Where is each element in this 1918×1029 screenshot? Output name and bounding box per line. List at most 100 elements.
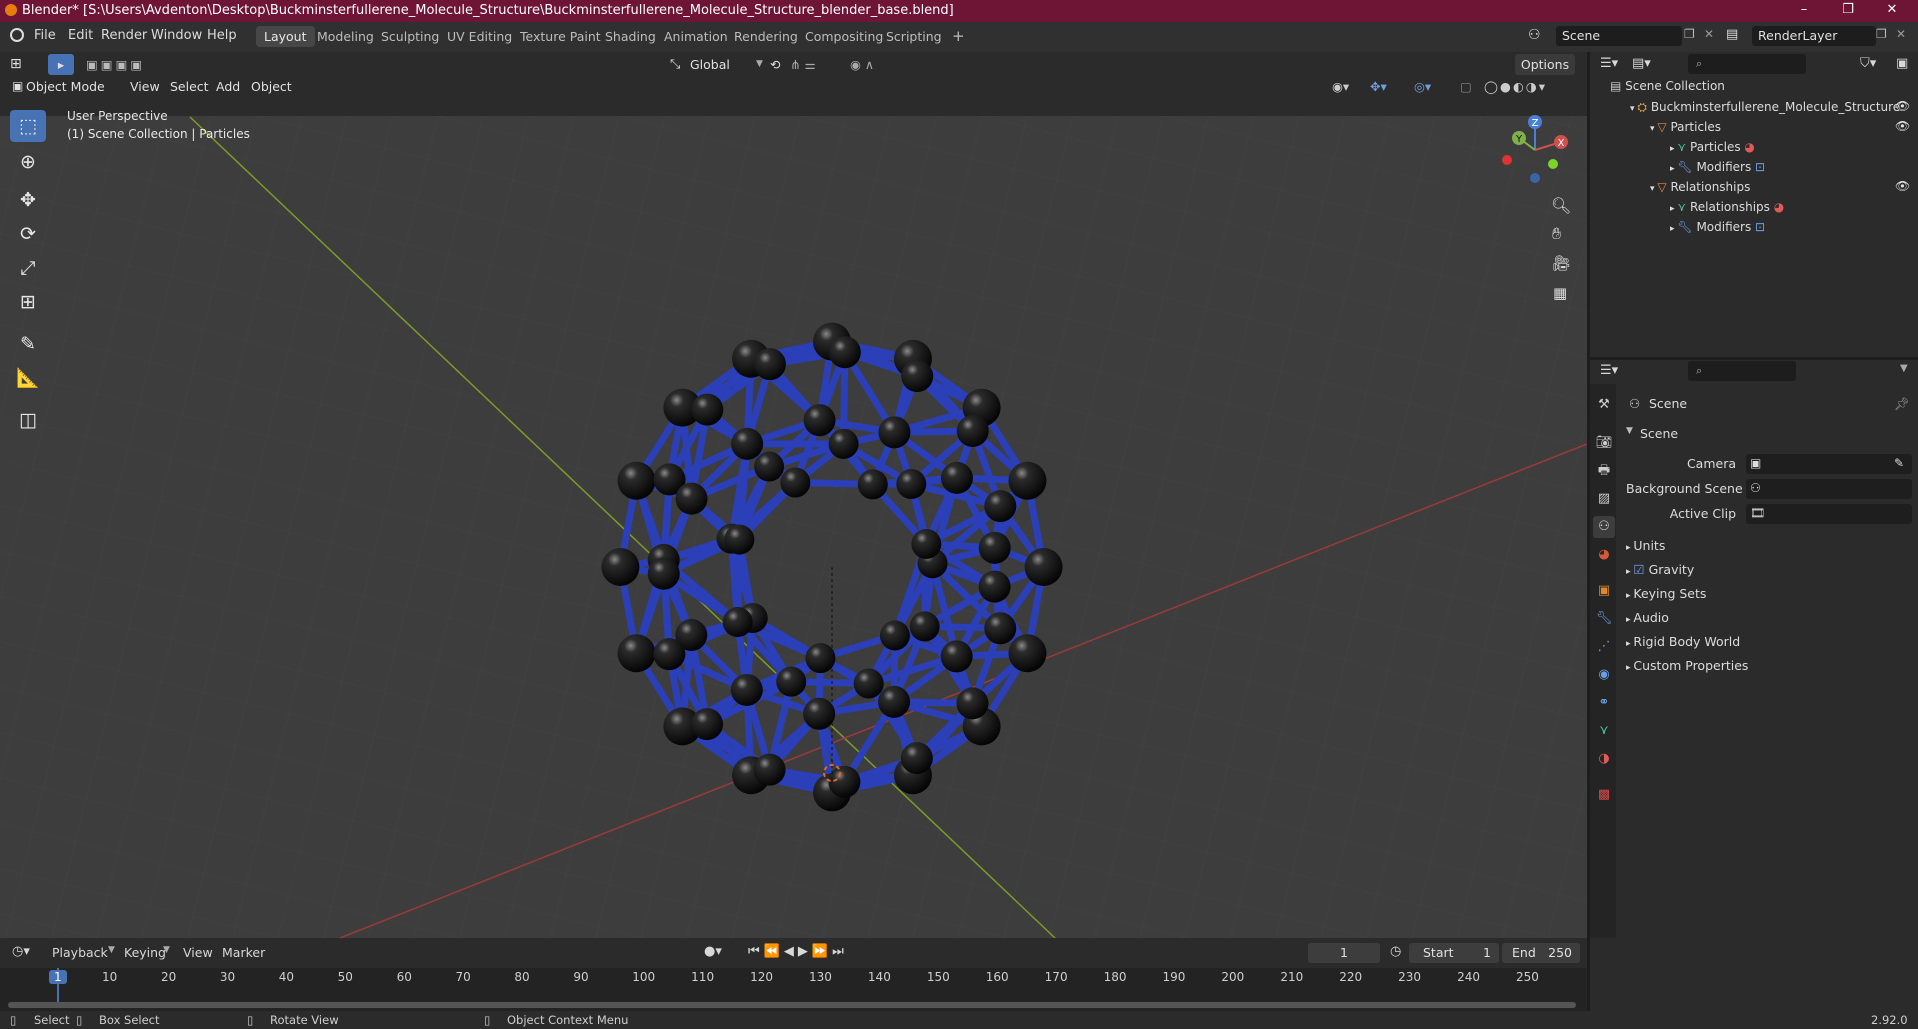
scene-panel-title[interactable]: Scene: [1640, 426, 1678, 441]
particle-settings-icon[interactable]: ⊡: [1751, 160, 1765, 174]
zoom-icon[interactable]: 🔍︎: [1551, 196, 1571, 215]
outliner-item[interactable]: ▾ ⛭ Buckminsterfullerene_Molecule_Struct…: [1630, 97, 1900, 117]
close-button[interactable]: ✕: [1870, 2, 1914, 20]
select-tool-icon[interactable]: ▸: [48, 54, 74, 75]
menu-view[interactable]: View: [183, 945, 213, 960]
tab-texture-paint[interactable]: Texture Paint: [512, 26, 609, 47]
material-icon[interactable]: ◕: [1741, 140, 1754, 154]
molecule-atom[interactable]: [828, 336, 861, 369]
molecule-atom[interactable]: [956, 414, 989, 447]
molecule-atom[interactable]: [857, 469, 888, 500]
visibility-eye-icon[interactable]: 👁︎: [1895, 179, 1910, 193]
tab-layout[interactable]: Layout: [256, 26, 315, 47]
molecule-atom[interactable]: [1008, 634, 1047, 673]
end-frame-field[interactable]: End 250: [1502, 943, 1580, 963]
cursor-tool-icon[interactable]: ⊕: [10, 146, 46, 178]
timeline-editor-type-icon[interactable]: ◷▾: [12, 944, 30, 959]
world-tab-icon[interactable]: ◕: [1593, 544, 1615, 566]
molecule-atom[interactable]: [828, 428, 859, 459]
scene-remove-icon[interactable]: ✕: [1704, 27, 1714, 41]
molecule-atom[interactable]: [896, 468, 927, 499]
material-icon[interactable]: ◕: [1770, 200, 1784, 214]
properties-section-custom-properties[interactable]: ▸ Custom Properties: [1626, 658, 1748, 673]
molecule-atom[interactable]: [691, 708, 724, 741]
constraints-tab-icon[interactable]: ⚭: [1593, 692, 1615, 714]
menu-help[interactable]: Help: [207, 28, 237, 43]
molecule-atom[interactable]: [879, 620, 910, 651]
pan-hand-icon[interactable]: ✋︎: [1552, 224, 1561, 244]
outliner-item[interactable]: ▸ 🔧︎ Modifiers ⊡: [1670, 157, 1765, 177]
outliner-root[interactable]: ▤ Scene Collection: [1610, 76, 1725, 96]
ortho-toggle-icon[interactable]: ▦: [1553, 284, 1567, 302]
properties-editor-type-icon[interactable]: ☰▾: [1600, 363, 1618, 378]
molecule-atom[interactable]: [776, 666, 807, 697]
menu-file[interactable]: File: [34, 28, 56, 43]
molecule-atom[interactable]: [901, 360, 934, 393]
molecule-atom[interactable]: [754, 451, 785, 482]
pin-icon[interactable]: 📌︎: [1894, 396, 1910, 412]
molecule-atom[interactable]: [803, 697, 836, 730]
filter-icon[interactable]: ⛉▾: [1860, 56, 1876, 71]
xray-toggle-icon[interactable]: ▢: [1460, 76, 1472, 97]
eyedropper-icon[interactable]: ✎: [1894, 456, 1904, 470]
renderlayer-selector[interactable]: RenderLayer: [1752, 26, 1876, 46]
visibility-eye-icon[interactable]: 👁︎: [1895, 119, 1910, 133]
molecule-atom[interactable]: [805, 643, 836, 674]
shading-mode-icons[interactable]: ◯●◐◑▾: [1484, 76, 1547, 97]
scene-tab-icon[interactable]: ⚇: [1593, 516, 1615, 538]
texture-tab-icon[interactable]: ▩: [1593, 784, 1615, 806]
particle-settings-icon[interactable]: ⊡: [1751, 220, 1765, 234]
molecule-atom[interactable]: [653, 638, 686, 671]
molecule-atom[interactable]: [780, 467, 811, 498]
restore-button[interactable]: ❐: [1826, 2, 1870, 20]
outliner-item[interactable]: ▸ ⋎ Particles ◕: [1670, 137, 1755, 157]
molecule-atom[interactable]: [853, 668, 884, 699]
visibility-eye-icon[interactable]: 👁︎: [1895, 99, 1910, 113]
molecule-atom[interactable]: [753, 753, 786, 786]
tab-sculpting[interactable]: Sculpting: [373, 26, 447, 47]
transform-orientation-dropdown[interactable]: Global: [690, 54, 756, 75]
menu-add[interactable]: Add: [216, 76, 240, 97]
measure-tool-icon[interactable]: 📐: [10, 362, 46, 394]
molecule-atom[interactable]: [617, 634, 656, 673]
properties-section-rigid-body-world[interactable]: ▸ Rigid Body World: [1626, 634, 1740, 649]
outliner-item[interactable]: ▾ ▽ Particles: [1650, 117, 1721, 137]
3d-viewport[interactable]: [0, 52, 1587, 938]
particles-tab-icon[interactable]: ⋰: [1593, 636, 1615, 658]
menu-render[interactable]: Render: [101, 28, 147, 43]
options-dropdown[interactable]: Options: [1515, 54, 1575, 75]
menu-window[interactable]: Window: [151, 28, 202, 43]
tab-modeling[interactable]: Modeling: [309, 26, 382, 47]
menu-select[interactable]: Select: [170, 76, 209, 97]
molecule-atom[interactable]: [675, 482, 708, 515]
output-tab-icon[interactable]: 🖶︎: [1593, 460, 1615, 482]
render-tab-icon[interactable]: 📷︎: [1593, 432, 1615, 454]
playback-controls[interactable]: ⏮⏪◀▶⏩⏭: [748, 944, 848, 959]
properties-section-gravity[interactable]: ▸ ☑ Gravity: [1626, 562, 1694, 577]
move-tool-icon[interactable]: ✥: [10, 184, 46, 216]
outliner-item[interactable]: ▸ 🔧︎ Modifiers ⊡: [1670, 217, 1765, 237]
scale-tool-icon[interactable]: ⤢: [10, 252, 46, 284]
properties-section-units[interactable]: ▸ Units: [1626, 538, 1665, 553]
background-scene-field[interactable]: [1746, 479, 1912, 499]
scene-copy-icon[interactable]: ❐: [1684, 27, 1695, 41]
tab-rendering[interactable]: Rendering: [726, 26, 806, 47]
preview-range-icon[interactable]: ◷: [1390, 944, 1401, 959]
data-tab-icon[interactable]: ⋎: [1593, 720, 1615, 742]
material-tab-icon[interactable]: ◑: [1593, 748, 1615, 770]
molecule-atom[interactable]: [828, 765, 861, 798]
menu-object[interactable]: Object: [251, 76, 292, 97]
molecule-atom[interactable]: [978, 570, 1011, 603]
object-mode-dropdown[interactable]: Object Mode: [10, 76, 118, 97]
chevron-down-icon[interactable]: ▼: [1900, 363, 1908, 374]
properties-section-keying-sets[interactable]: ▸ Keying Sets: [1626, 586, 1706, 601]
renderlayer-remove-icon[interactable]: ✕: [1896, 27, 1906, 41]
molecule-atom[interactable]: [617, 461, 656, 500]
camera-field[interactable]: [1746, 454, 1912, 474]
molecule-atom[interactable]: [730, 673, 763, 706]
selection-mode-icons[interactable]: ▣▣▣▣: [86, 54, 186, 75]
display-mode-icon[interactable]: ▤▾: [1632, 56, 1651, 71]
molecule-atom[interactable]: [878, 416, 911, 449]
add-cube-tool-icon[interactable]: ◫: [10, 404, 46, 436]
view-layer-tab-icon[interactable]: ▨: [1593, 488, 1615, 510]
